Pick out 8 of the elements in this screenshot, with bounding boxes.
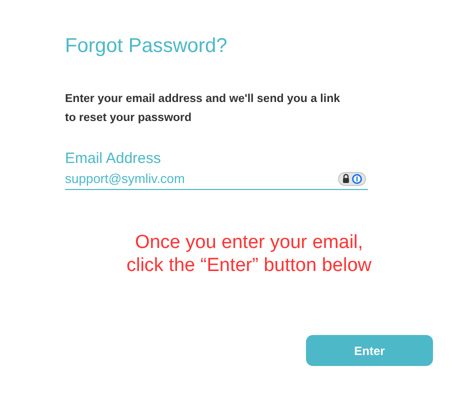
enter-button[interactable]: Enter bbox=[306, 335, 433, 366]
email-field[interactable]: support@symliv.com bbox=[65, 171, 368, 190]
field-value: support@symliv.com bbox=[65, 171, 185, 187]
instructions-text: Enter your email address and we'll send you a link to reset your password bbox=[65, 92, 341, 126]
page-title: Forgot Password? bbox=[65, 34, 228, 58]
annotation-text: Once you enter your email, click the “Enter” button below bbox=[125, 231, 372, 277]
field-label: Email Address bbox=[65, 150, 161, 168]
password-manager-icon[interactable] bbox=[338, 172, 366, 186]
